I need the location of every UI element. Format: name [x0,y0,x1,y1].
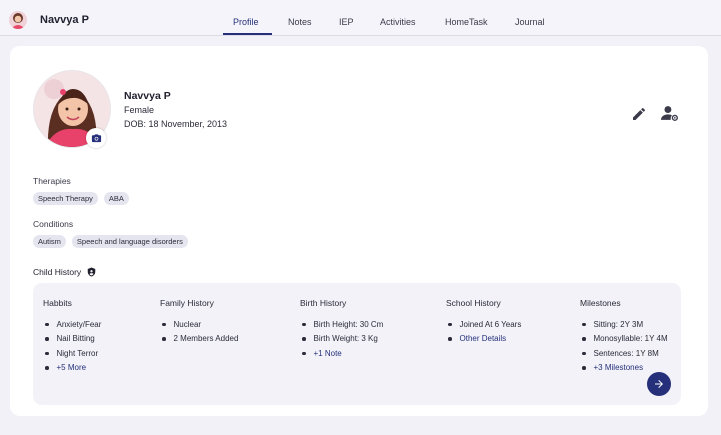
list-item: Nuclear [160,317,238,332]
list-item: Night Terror [43,346,101,361]
shield-icon [87,267,96,277]
column-title: Family History [160,298,214,308]
tab-iep[interactable]: IEP [339,17,354,27]
column-title: School History [446,298,501,308]
condition-chip: Speech and language disorders [71,235,188,248]
list-item: Birth Height: 30 Cm [300,317,384,332]
therapies-list: Speech Therapy ABA [33,192,129,205]
edit-pencil-icon [633,107,646,120]
history-column-family: Family History Nuclear 2 Members Added [160,298,238,346]
tab-hometask[interactable]: HomeTask [445,17,488,27]
profile-gender: Female [124,105,155,115]
therapy-chip: ABA [103,192,129,205]
profile-dob: DOB: 18 November, 2013 [124,119,228,129]
conditions-list: Autism Speech and language disorders [33,235,188,248]
user-settings-icon [661,106,678,121]
tab-notes[interactable]: Notes [288,17,312,27]
column-title: Birth History [300,298,347,308]
top-bar: Navvya P Profile Notes IEP Activities Ho… [0,0,721,36]
child-history-panel: Habbits Anxiety/Fear Nail Bitting Night … [33,283,681,405]
tab-profile[interactable]: Profile [233,17,259,27]
column-title: Milestones [580,298,621,308]
list-item: Birth Weight: 3 Kg [300,332,383,347]
camera-icon [91,133,101,142]
column-title: Habbits [43,298,72,308]
history-column-school: School History Joined At 6 Years Other D… [446,298,521,346]
history-column-habbits: Habbits Anxiety/Fear Nail Bitting Night … [43,298,101,375]
list-item: Anxiety/Fear [43,317,102,332]
history-column-birth: Birth History Birth Height: 30 Cm Birth … [300,298,383,361]
therapies-label: Therapies [33,176,71,186]
tab-activities[interactable]: Activities [380,17,416,27]
list-item: Monosyllable: 1Y 4M [580,332,668,347]
list-item: 2 Members Added [160,332,239,347]
conditions-label: Conditions [33,219,74,229]
change-photo-button[interactable] [86,128,106,148]
therapy-chip: Speech Therapy [33,192,98,205]
more-habbits-link[interactable]: +5 More [43,361,101,376]
more-birth-notes-link[interactable]: +1 Note [300,346,383,361]
school-other-details-link[interactable]: Other Details [446,332,521,347]
history-column-milestones: Milestones Sitting: 2Y 3M Monosyllable: … [580,298,668,375]
list-item: Sentences: 1Y 8M [580,346,668,361]
child-history-label: Child History [33,267,82,277]
header-avatar[interactable] [9,11,27,29]
child-history-title: Child History [33,267,96,277]
user-settings-button[interactable] [661,105,679,121]
profile-name: Navvya P [124,90,171,102]
open-child-history-button[interactable] [647,372,671,396]
list-item: Nail Bitting [43,332,101,347]
profile-card: Navvya P Female DOB: 18 November, 2013 T… [10,46,708,416]
list-item: Joined At 6 Years [446,317,522,332]
edit-profile-button[interactable] [631,106,647,122]
active-tab-indicator [223,33,272,35]
list-item: Sitting: 2Y 3M [580,317,668,332]
condition-chip: Autism [33,235,66,248]
header-name: Navvya P [40,14,89,26]
profile-photo-container [33,70,113,150]
arrow-right-icon [655,380,663,388]
tab-journal[interactable]: Journal [515,17,545,27]
